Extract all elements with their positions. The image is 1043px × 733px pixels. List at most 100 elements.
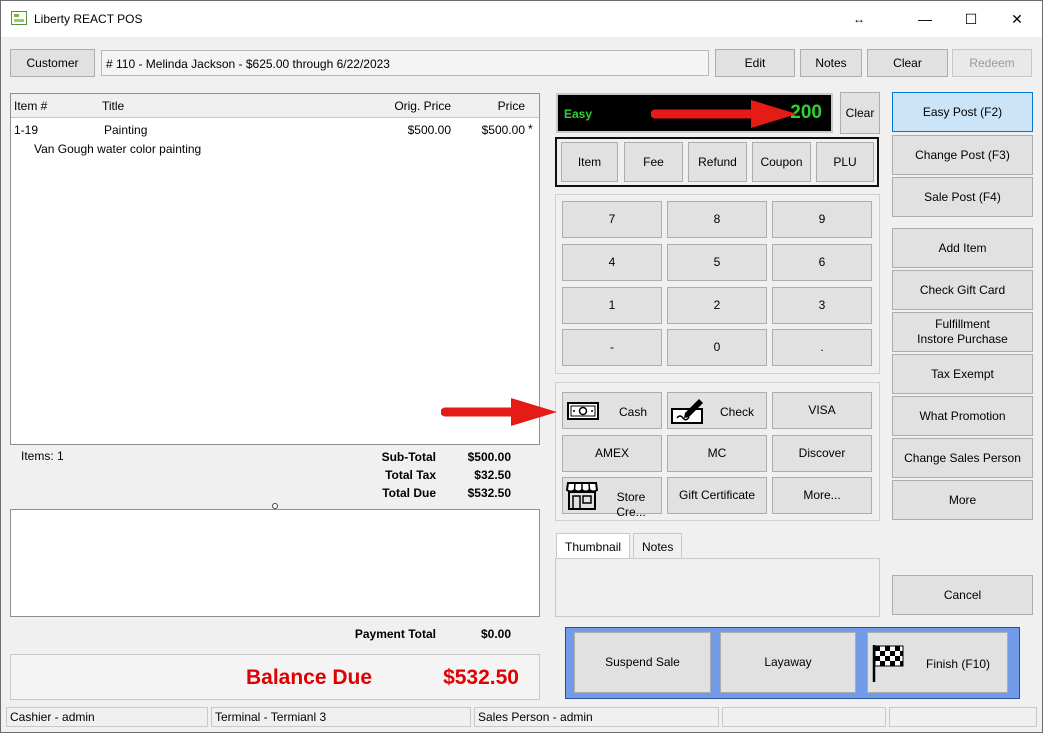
cancel-sale-button[interactable]: Cancel	[892, 575, 1033, 615]
sale-post-button[interactable]: Sale Post (F4)	[892, 177, 1033, 217]
entry-type-fee-button[interactable]: Fee	[624, 142, 683, 182]
balance-due-value: $532.50	[443, 666, 519, 689]
col-header-price: Price	[497, 99, 525, 113]
keypad-decimal-button[interactable]: .	[772, 329, 872, 366]
more-actions-button[interactable]: More	[892, 480, 1033, 520]
balance-due-label: Balance Due	[246, 666, 373, 689]
keypad-2-button[interactable]: 2	[667, 287, 767, 324]
layaway-button[interactable]: Layaway	[720, 632, 856, 693]
check-tender-button[interactable]: Check	[667, 392, 767, 429]
col-header-title: Title	[102, 99, 125, 113]
payments-list[interactable]	[10, 509, 540, 617]
entry-type-plu-button[interactable]: PLU	[816, 142, 874, 182]
row-description: Van Gough water color painting	[34, 142, 202, 156]
items-count: Items: 1	[21, 449, 64, 463]
close-icon[interactable]: ✕	[997, 5, 1037, 33]
customer-notes-button[interactable]: Notes	[800, 49, 862, 77]
amex-tender-button[interactable]: AMEX	[562, 435, 662, 472]
items-table-header: Item # Title Orig. Price Price	[11, 94, 539, 118]
more-tenders-button[interactable]: More...	[772, 477, 872, 514]
keypad-1-button[interactable]: 1	[562, 287, 662, 324]
status-cashier: Cashier - admin	[6, 707, 208, 727]
visa-tender-button[interactable]: VISA	[772, 392, 872, 429]
what-promotion-button[interactable]: What Promotion	[892, 396, 1033, 436]
total-due-label: Total Due	[382, 486, 436, 500]
status-empty-cell	[889, 707, 1037, 727]
tax-exempt-button[interactable]: Tax Exempt	[892, 354, 1033, 394]
check-signing-icon	[671, 399, 703, 424]
app-icon	[11, 11, 27, 25]
red-arrow-icon	[441, 398, 557, 426]
title-bar: Liberty REACT POS ↔ — ☐ ✕	[1, 1, 1042, 37]
fulfillment-label-line2: Instore Purchase	[917, 332, 1008, 346]
col-header-item: Item #	[14, 99, 48, 113]
row-title: Painting	[104, 123, 148, 137]
easy-post-button[interactable]: Easy Post (F2)	[892, 92, 1033, 132]
total-tax-value: $32.50	[474, 468, 511, 482]
thumbnail-panel	[555, 558, 880, 617]
keypad-8-button[interactable]: 8	[667, 201, 767, 238]
finish-sale-button[interactable]: Finish (F10)	[867, 632, 1008, 693]
cash-tender-label: Cash	[619, 405, 648, 419]
add-item-button[interactable]: Add Item	[892, 228, 1033, 268]
entry-type-refund-button[interactable]: Refund	[688, 142, 747, 182]
entry-mode-label: Easy	[564, 107, 593, 121]
keypad-minus-button[interactable]: -	[562, 329, 662, 366]
payment-total-label: Payment Total	[354, 627, 436, 641]
row-item-number: 1-19	[14, 123, 39, 137]
keypad-4-button[interactable]: 4	[562, 244, 662, 281]
restore-arrows-icon[interactable]: ↔	[839, 5, 879, 33]
items-table[interactable]: Item # Title Orig. Price Price 1-19 Pain…	[10, 93, 540, 445]
payment-total-value: $0.00	[480, 627, 511, 641]
keypad-0-button[interactable]: 0	[667, 329, 767, 366]
customer-button[interactable]: Customer	[10, 49, 95, 77]
redeem-button[interactable]: Redeem	[952, 49, 1032, 77]
row-price: $500.00	[481, 123, 525, 137]
checkered-flag-icon	[872, 645, 904, 682]
cash-tender-button[interactable]: Cash	[562, 392, 662, 429]
keypad-9-button[interactable]: 9	[772, 201, 872, 238]
keypad-3-button[interactable]: 3	[772, 287, 872, 324]
row-price-flag: *	[528, 122, 533, 136]
keypad-5-button[interactable]: 5	[667, 244, 767, 281]
fulfillment-instore-button[interactable]: Fulfillment Instore Purchase	[892, 312, 1033, 352]
red-arrow-icon	[651, 100, 797, 128]
store-credit-tender-label: Store Cre...	[616, 490, 646, 519]
maximize-icon[interactable]: ☐	[951, 5, 991, 33]
clear-customer-button[interactable]: Clear	[867, 49, 948, 77]
table-row[interactable]: 1-19 Painting $500.00 $500.00 * Van Goug…	[11, 119, 539, 161]
fulfillment-label-line1: Fulfillment	[935, 317, 990, 331]
subtotal-value: $500.00	[467, 450, 511, 464]
window-title: Liberty REACT POS	[34, 12, 143, 26]
status-sales-person: Sales Person - admin	[474, 707, 719, 727]
entry-type-coupon-button[interactable]: Coupon	[752, 142, 811, 182]
status-terminal: Terminal - Termianl 3	[211, 707, 471, 727]
store-credit-tender-button[interactable]: Store Cre...	[562, 477, 662, 519]
check-tender-label: Check	[720, 405, 755, 419]
app-window: Liberty REACT POS ↔ — ☐ ✕ Customer # 110…	[0, 0, 1043, 733]
status-empty-cell	[722, 707, 886, 727]
suspend-sale-button[interactable]: Suspend Sale	[574, 632, 711, 693]
balance-due-panel: Balance Due $532.50	[10, 654, 540, 700]
check-gift-card-button[interactable]: Check Gift Card	[892, 270, 1033, 310]
change-post-button[interactable]: Change Post (F3)	[892, 135, 1033, 175]
keypad-6-button[interactable]: 6	[772, 244, 872, 281]
customer-info-text: # 110 - Melinda Jackson - $625.00 throug…	[106, 57, 390, 71]
entry-type-item-button[interactable]: Item	[561, 142, 618, 182]
minimize-icon[interactable]: —	[905, 5, 945, 33]
mc-tender-button[interactable]: MC	[667, 435, 767, 472]
subtotal-label: Sub-Total	[381, 450, 436, 464]
tab-thumbnail[interactable]: Thumbnail	[556, 533, 631, 559]
edit-customer-button[interactable]: Edit	[715, 49, 795, 77]
discover-tender-button[interactable]: Discover	[772, 435, 872, 472]
tab-notes[interactable]: Notes	[633, 533, 683, 559]
entry-clear-button[interactable]: Clear	[840, 92, 880, 134]
gift-certificate-tender-button[interactable]: Gift Certificate	[667, 477, 767, 514]
cash-icon	[567, 402, 599, 420]
change-sales-person-button[interactable]: Change Sales Person	[892, 438, 1033, 478]
storefront-icon	[566, 482, 598, 510]
total-tax-label: Total Tax	[385, 468, 436, 482]
finish-sale-label: Finish (F10)	[926, 657, 991, 671]
keypad-7-button[interactable]: 7	[562, 201, 662, 238]
status-sales-person-text: Sales Person - admin	[478, 710, 593, 724]
